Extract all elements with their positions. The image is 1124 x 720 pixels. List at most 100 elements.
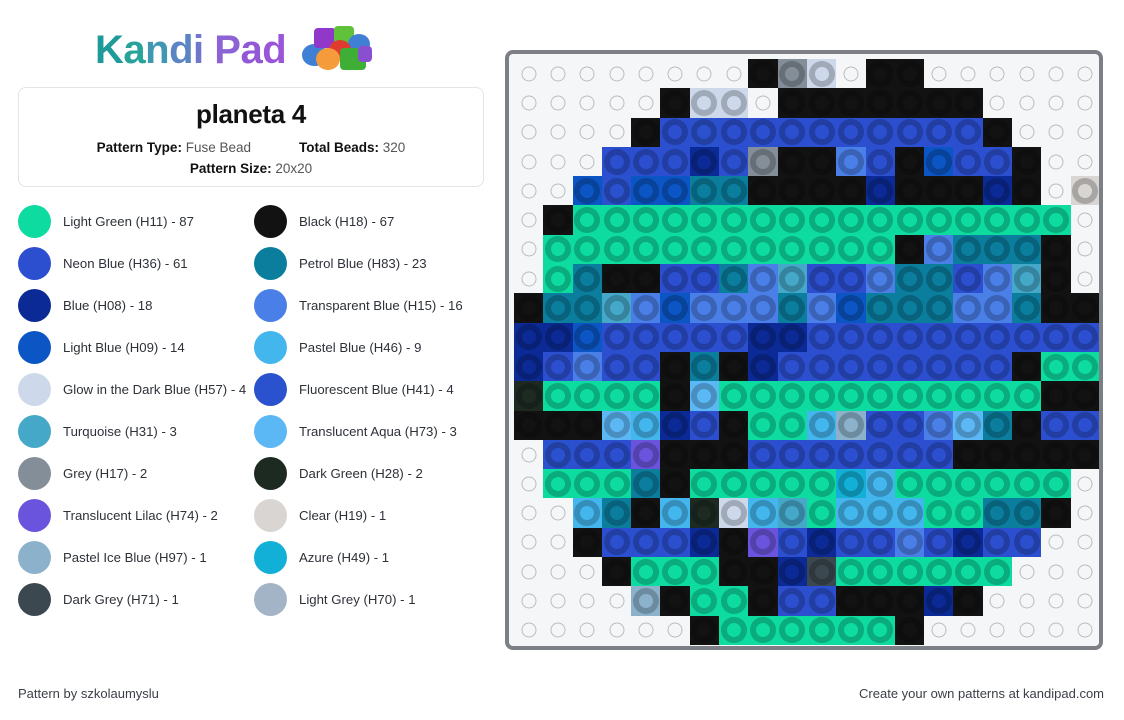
bead-cell[interactable] <box>865 615 896 646</box>
bead-cell[interactable] <box>1012 176 1042 206</box>
empty-peg[interactable] <box>514 469 544 499</box>
bead-cell[interactable] <box>631 146 661 177</box>
bead-cell[interactable] <box>1012 469 1042 499</box>
bead-cell[interactable] <box>1012 439 1042 470</box>
bead-cell[interactable] <box>953 88 984 118</box>
bead-cell[interactable] <box>719 146 749 177</box>
bead-cell[interactable] <box>572 264 603 294</box>
bead-cell[interactable] <box>689 498 720 529</box>
bead-cell[interactable] <box>1070 439 1099 470</box>
bead-cell[interactable] <box>777 557 808 587</box>
empty-peg[interactable] <box>572 146 602 177</box>
bead-cell[interactable] <box>982 527 1013 558</box>
bead-cell[interactable] <box>748 527 778 558</box>
bead-cell[interactable] <box>982 439 1013 470</box>
bead-cell[interactable] <box>806 176 837 206</box>
bead-cell[interactable] <box>748 498 778 529</box>
bead-cell[interactable] <box>601 205 632 236</box>
bead-cell[interactable] <box>748 293 778 323</box>
bead-cell[interactable] <box>543 381 573 411</box>
bead-cell[interactable] <box>543 234 573 265</box>
bead-cell[interactable] <box>982 117 1013 148</box>
bead-cell[interactable] <box>660 381 691 411</box>
bead-cell[interactable] <box>689 410 720 441</box>
bead-cell[interactable] <box>865 59 896 89</box>
bead-cell[interactable] <box>543 205 573 236</box>
empty-peg[interactable] <box>1012 59 1042 89</box>
bead-cell[interactable] <box>689 264 720 294</box>
bead-cell[interactable] <box>806 586 837 616</box>
bead-cell[interactable] <box>719 586 749 616</box>
bead-cell[interactable] <box>777 322 808 353</box>
bead-cell[interactable] <box>894 205 925 236</box>
bead-cell[interactable] <box>894 586 925 616</box>
bead-cell[interactable] <box>572 381 603 411</box>
bead-cell[interactable] <box>953 527 984 558</box>
bead-cell[interactable] <box>982 146 1013 177</box>
bead-cell[interactable] <box>660 469 691 499</box>
bead-cell[interactable] <box>514 351 544 382</box>
empty-peg[interactable] <box>514 88 544 118</box>
bead-cell[interactable] <box>1041 293 1071 323</box>
bead-cell[interactable] <box>660 205 691 236</box>
empty-peg[interactable] <box>953 59 983 89</box>
bead-cell[interactable] <box>1041 381 1071 411</box>
bead-cell[interactable] <box>806 264 837 294</box>
bead-cell[interactable] <box>631 176 661 206</box>
bead-cell[interactable] <box>601 322 632 353</box>
empty-peg[interactable] <box>1070 146 1099 177</box>
bead-cell[interactable] <box>601 234 632 265</box>
empty-peg[interactable] <box>982 59 1013 89</box>
bead-cell[interactable] <box>806 557 837 587</box>
bead-cell[interactable] <box>924 146 954 177</box>
empty-peg[interactable] <box>543 176 573 206</box>
bead-cell[interactable] <box>865 117 896 148</box>
bead-cell[interactable] <box>572 469 603 499</box>
bead-cell[interactable] <box>777 146 808 177</box>
bead-cell[interactable] <box>514 293 544 323</box>
bead-cell[interactable] <box>894 146 925 177</box>
bead-cell[interactable] <box>660 351 691 382</box>
bead-cell[interactable] <box>806 469 837 499</box>
bead-cell[interactable] <box>982 351 1013 382</box>
bead-cell[interactable] <box>748 351 778 382</box>
empty-peg[interactable] <box>1041 527 1071 558</box>
bead-cell[interactable] <box>894 527 925 558</box>
bead-cell[interactable] <box>572 527 603 558</box>
bead-cell[interactable] <box>806 88 837 118</box>
bead-cell[interactable] <box>836 117 866 148</box>
bead-cell[interactable] <box>953 439 984 470</box>
empty-peg[interactable] <box>543 527 573 558</box>
bead-cell[interactable] <box>982 293 1013 323</box>
bead-cell[interactable] <box>865 439 896 470</box>
bead-cell[interactable] <box>924 234 954 265</box>
bead-cell[interactable] <box>865 205 896 236</box>
empty-peg[interactable] <box>1070 117 1099 147</box>
empty-peg[interactable] <box>514 527 544 558</box>
empty-peg[interactable] <box>1070 264 1099 294</box>
bead-cell[interactable] <box>601 264 632 294</box>
empty-peg[interactable] <box>514 59 544 89</box>
bead-cell[interactable] <box>1070 381 1099 411</box>
bead-cell[interactable] <box>777 351 808 382</box>
empty-peg[interactable] <box>748 88 778 118</box>
bead-cell[interactable] <box>924 410 954 441</box>
bead-cell[interactable] <box>836 527 866 558</box>
bead-cell[interactable] <box>543 439 573 470</box>
bead-cell[interactable] <box>894 117 925 148</box>
bead-cell[interactable] <box>894 234 925 265</box>
empty-peg[interactable] <box>689 59 720 89</box>
bead-cell[interactable] <box>719 351 749 382</box>
empty-peg[interactable] <box>1070 469 1099 499</box>
bead-cell[interactable] <box>982 381 1013 411</box>
bead-cell[interactable] <box>601 557 632 587</box>
bead-cell[interactable] <box>689 615 720 646</box>
bead-cell[interactable] <box>572 410 603 441</box>
empty-peg[interactable] <box>1012 586 1042 616</box>
bead-cell[interactable] <box>572 498 603 529</box>
bead-cell[interactable] <box>689 586 720 616</box>
empty-peg[interactable] <box>631 59 661 89</box>
bead-cell[interactable] <box>865 176 896 206</box>
empty-peg[interactable] <box>572 88 602 118</box>
empty-peg[interactable] <box>924 615 954 645</box>
